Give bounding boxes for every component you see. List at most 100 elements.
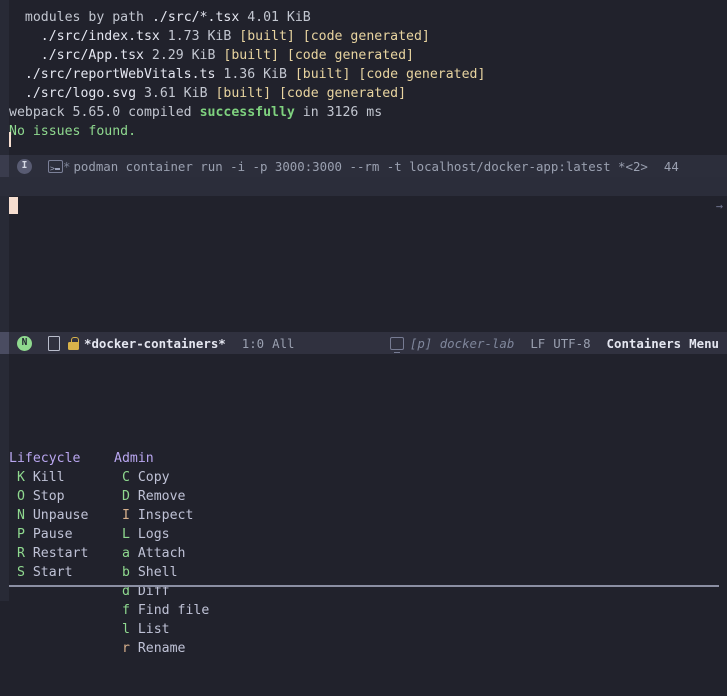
- normal-state-indicator: N: [17, 336, 32, 351]
- terminal-text: modules by path: [25, 10, 152, 25]
- hydra-body[interactable]: LifecycleAdmin K Kill C Copy O Stop D Re…: [9, 449, 727, 658]
- hydra-command-stop[interactable]: O Stop: [9, 487, 114, 506]
- hydra-label: Attach: [130, 546, 186, 561]
- hydra-title-row: Docker Containers: [9, 392, 727, 411]
- modeline-left-pad: [0, 155, 9, 177]
- terminal-buffer-name[interactable]: podman container run -i -p 3000:3000 --r…: [73, 157, 647, 176]
- hydra-key: I: [122, 508, 130, 523]
- terminal-text: ./src/App.tsx: [41, 48, 144, 63]
- hydra-label: Find file: [130, 603, 209, 618]
- terminal-text: No issues found.: [9, 124, 136, 139]
- hydra-key: L: [122, 527, 130, 542]
- terminal-text: [built]: [295, 67, 351, 82]
- pane-divider: [9, 585, 719, 587]
- hydra-command-logs[interactable]: L Logs: [114, 525, 314, 544]
- hydra-command-shell[interactable]: b Shell: [114, 563, 314, 582]
- terminal-text: [code generated]: [287, 48, 414, 63]
- terminal-line: ./src/App.tsx 2.29 KiB [built] [code gen…: [9, 46, 727, 65]
- table-row[interactable]: 964de2adfd46localhost/dock…npm start2024…: [0, 196, 727, 215]
- hydra-key: K: [17, 470, 25, 485]
- hydra-label: Kill: [25, 470, 65, 485]
- hydra-label: Start: [25, 565, 73, 580]
- terminal-line: ./src/logo.svg 3.61 KiB [built] [code ge…: [9, 84, 727, 103]
- hydra-pane[interactable]: Docker Containers LifecycleAdmin K Kill …: [0, 354, 727, 601]
- hydra-row: l List: [9, 620, 727, 639]
- hydra-row: P Pause L Logs: [9, 525, 727, 544]
- terminal-text: 4.01 KiB: [239, 10, 310, 25]
- hydra-command-rename[interactable]: r Rename: [114, 639, 314, 658]
- hydra-command-start[interactable]: S Start: [9, 563, 114, 582]
- terminal-text: 1.73 KiB: [160, 29, 239, 44]
- terminal-icon: [48, 160, 63, 173]
- terminal-line: webpack 5.65.0 compiled successfully in …: [9, 103, 727, 122]
- hydra-key: S: [17, 565, 25, 580]
- terminal-output-pane[interactable]: modules by path ./src/*.tsx 4.01 KiB ./s…: [0, 0, 727, 155]
- lock-icon[interactable]: [68, 337, 79, 350]
- terminal-text: successfully: [200, 105, 295, 120]
- hydra-row: N Unpause I Inspect: [9, 506, 727, 525]
- hydra-command-pause[interactable]: P Pause: [9, 525, 114, 544]
- hydra-label: Rename: [130, 641, 186, 656]
- insert-state-indicator: I: [17, 159, 32, 174]
- terminal-line: ./src/reportWebVitals.ts 1.36 KiB [built…: [9, 65, 727, 84]
- eol-indicator[interactable]: LF: [530, 334, 545, 353]
- emacs-frame: modules by path ./src/*.tsx 4.01 KiB ./s…: [0, 0, 727, 601]
- terminal-text: [279, 48, 287, 63]
- hydra-group-header-row: LifecycleAdmin: [9, 449, 727, 468]
- containers-buffer-name[interactable]: *docker-containers*: [84, 334, 226, 353]
- hydra-key: R: [17, 546, 25, 561]
- modeline-left-pad-active: [0, 332, 9, 354]
- row-overflow-icon: →: [716, 197, 723, 215]
- terminal-line: No issues found.: [9, 122, 727, 141]
- hydra-command-kill[interactable]: K Kill: [9, 468, 114, 487]
- hydra-key: O: [17, 489, 25, 504]
- hydra-command-copy[interactable]: C Copy: [114, 468, 314, 487]
- terminal-text: 3.61 KiB: [136, 86, 215, 101]
- hydra-command-restart[interactable]: R Restart: [9, 544, 114, 563]
- hydra-label: Pause: [25, 527, 73, 542]
- hydra-label: Copy: [130, 470, 170, 485]
- containers-modeline[interactable]: N *docker-containers* 1:0 All [p] docker…: [0, 332, 727, 354]
- hydra-label: Unpause: [25, 508, 89, 523]
- cursor-position: 1:0: [242, 334, 264, 353]
- hydra-command-inspect[interactable]: I Inspect: [114, 506, 314, 525]
- hydra-label: Restart: [25, 546, 89, 561]
- terminal-text: ./src/reportWebVitals.ts: [25, 67, 216, 82]
- encoding-indicator[interactable]: UTF-8: [553, 334, 590, 353]
- hydra-key: f: [122, 603, 130, 618]
- hydra-label: Shell: [130, 565, 178, 580]
- terminal-text: [code generated]: [279, 86, 406, 101]
- hydra-command-remove[interactable]: D Remove: [114, 487, 314, 506]
- hydra-key: P: [17, 527, 25, 542]
- project-icon: [390, 337, 404, 350]
- scroll-percentage: All: [272, 334, 294, 353]
- terminal-modeline[interactable]: I * podman container run -i -p 3000:3000…: [0, 155, 727, 177]
- hydra-key: b: [122, 565, 130, 580]
- hydra-command-list[interactable]: l List: [114, 620, 314, 639]
- terminal-text: ./src/logo.svg: [25, 86, 136, 101]
- table-header-row[interactable]: IdImage▼CommandCreated: [0, 177, 727, 196]
- terminal-text: ./src/index.tsx: [41, 29, 160, 44]
- major-mode-indicator[interactable]: Containers: [607, 334, 682, 353]
- terminal-line: ./src/index.tsx 1.73 KiB [built] [code g…: [9, 27, 727, 46]
- containers-list-pane[interactable]: IdImage▼CommandCreated 964de2adfd46local…: [0, 177, 727, 330]
- hydra-command-unpause[interactable]: N Unpause: [9, 506, 114, 525]
- terminal-text: [built]: [215, 86, 271, 101]
- hydra-label: Logs: [130, 527, 170, 542]
- hydra-group-title: Admin: [114, 449, 314, 468]
- hydra-row: R Restart a Attach: [9, 544, 727, 563]
- terminal-text: [code generated]: [303, 29, 430, 44]
- hydra-command-find-file[interactable]: f Find file: [114, 601, 314, 620]
- terminal-text: webpack 5.65.0 compiled: [9, 105, 200, 120]
- hydra-key: r: [122, 641, 130, 656]
- hydra-command-attach[interactable]: a Attach: [114, 544, 314, 563]
- hydra-row: f Find file: [9, 601, 727, 620]
- hydra-label: List: [130, 622, 170, 637]
- terminal-text: [code generated]: [358, 67, 485, 82]
- project-name[interactable]: [p] docker-lab: [410, 334, 514, 353]
- terminal-line: modules by path ./src/*.tsx 4.01 KiB: [9, 8, 727, 27]
- menu-button[interactable]: Menu: [689, 334, 719, 353]
- row-mark-indicator: [9, 197, 18, 214]
- document-icon: [48, 336, 60, 351]
- hydra-key: N: [17, 508, 25, 523]
